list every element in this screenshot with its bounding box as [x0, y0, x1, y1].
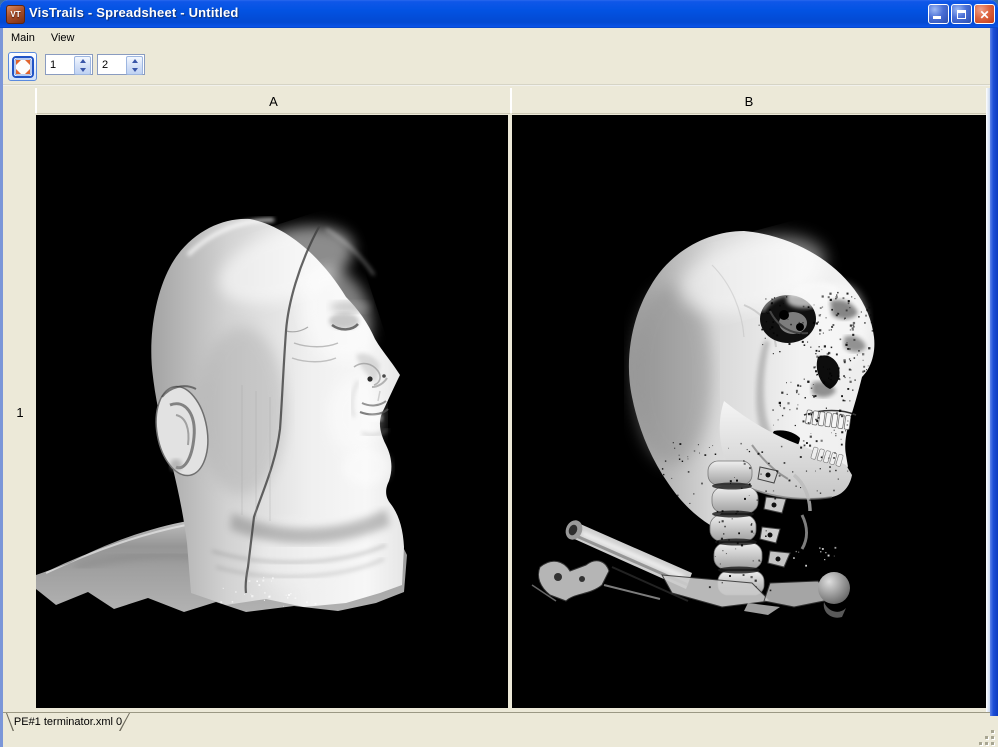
- cell-a1-face-render[interactable]: [36, 115, 508, 708]
- menu-item-main[interactable]: Main: [3, 30, 43, 46]
- row-header-1-label: 1: [16, 405, 23, 420]
- sheet-tab-label: PE#1 terminator.xml 0: [14, 716, 122, 728]
- toolbar: [3, 47, 990, 86]
- sheet-corner-cell[interactable]: [5, 89, 35, 113]
- row-count-spin-buttons[interactable]: [74, 56, 91, 75]
- column-count-spin-buttons[interactable]: [126, 56, 143, 75]
- sheet-tab-active[interactable]: PE#1 terminator.xml 0: [6, 713, 130, 732]
- spin-down-icon[interactable]: [132, 68, 138, 72]
- fit-to-window-button[interactable]: [8, 52, 37, 81]
- spin-up-icon[interactable]: [132, 59, 138, 63]
- logo-text: VT: [10, 10, 20, 19]
- column-header-b[interactable]: B: [512, 89, 986, 114]
- close-button[interactable]: ✕: [974, 4, 995, 24]
- window-frame-right[interactable]: [990, 28, 998, 716]
- window-controls: ✕: [928, 4, 995, 24]
- window-frame-left[interactable]: [0, 28, 3, 747]
- menu-bar: Main View: [3, 28, 990, 47]
- column-count-spinbox[interactable]: [97, 54, 145, 75]
- status-bar: [3, 731, 998, 747]
- maximize-button[interactable]: [951, 4, 972, 24]
- column-header-a[interactable]: A: [37, 89, 510, 114]
- fit-to-window-frame-icon: [12, 56, 34, 78]
- app-window: VT VisTrails - Spreadsheet - Untitled ✕ …: [0, 0, 998, 747]
- column-header-a-label: A: [269, 94, 278, 109]
- spreadsheet: A B 1: [3, 88, 986, 712]
- spin-up-icon[interactable]: [80, 59, 86, 63]
- spin-down-icon[interactable]: [80, 68, 86, 72]
- cell-b1-skull-render[interactable]: [512, 115, 986, 708]
- title-bar[interactable]: VT VisTrails - Spreadsheet - Untitled ✕: [0, 0, 998, 28]
- row-count-spinbox[interactable]: [45, 54, 93, 75]
- column-header-b-label: B: [745, 94, 754, 109]
- face-isosurface-image: [36, 115, 508, 708]
- resize-grip[interactable]: [979, 730, 994, 745]
- maximize-icon: [957, 10, 966, 19]
- menu-item-view[interactable]: View: [43, 30, 83, 46]
- row-header-1[interactable]: 1: [5, 113, 35, 711]
- minimize-icon: [933, 16, 941, 19]
- window-title: VisTrails - Spreadsheet - Untitled: [29, 5, 239, 20]
- minimize-button[interactable]: [928, 4, 949, 24]
- skull-volume-image: [512, 115, 986, 708]
- close-icon: ✕: [975, 6, 994, 24]
- vistrails-logo-icon: VT: [6, 5, 25, 24]
- sheet-tab-bar: PE#1 terminator.xml 0: [3, 712, 990, 732]
